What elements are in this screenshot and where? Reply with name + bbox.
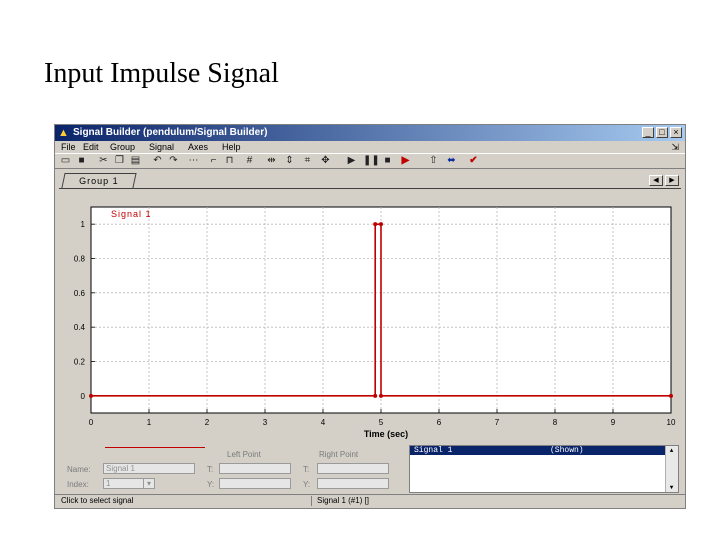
x-tick-label: 6 xyxy=(437,418,442,427)
x-axis-label: Time (sec) xyxy=(364,429,408,439)
tab-group-1[interactable]: Group 1 xyxy=(61,173,137,188)
menu-edit[interactable]: Edit xyxy=(83,141,99,153)
scroll-down-icon[interactable]: ▼ xyxy=(666,483,677,492)
left-t-label: T: xyxy=(207,465,214,474)
x-tick-label: 10 xyxy=(667,418,676,427)
cut-icon[interactable]: ✂ xyxy=(97,155,110,167)
y-tick-label: 0.8 xyxy=(74,255,86,264)
menu-group[interactable]: Group xyxy=(110,141,135,153)
index-dropdown-icon[interactable]: ▾ xyxy=(143,478,155,489)
tab-row: Group 1 ◀ ▶ xyxy=(55,171,685,189)
window-title: Signal Builder (pendulum/Signal Builder) xyxy=(73,127,268,138)
x-tick-label: 9 xyxy=(611,418,616,427)
index-label: Index: xyxy=(67,480,89,489)
signal-name-label: Signal 1 xyxy=(111,209,152,219)
play-icon[interactable]: ▶ xyxy=(345,155,358,167)
scroll-up-icon[interactable]: ▲ xyxy=(666,446,677,455)
x-tick-label: 8 xyxy=(553,418,558,427)
signal-point xyxy=(669,393,673,398)
right-y-field[interactable] xyxy=(317,478,389,489)
x-tick-label: 7 xyxy=(495,418,500,427)
left-point-label: Left Point xyxy=(227,450,261,459)
signal-point xyxy=(89,393,93,398)
close-button[interactable]: × xyxy=(670,127,682,138)
signal-list-item[interactable]: Signal 1 (Shown) xyxy=(410,446,666,455)
undo-icon[interactable]: ↶ xyxy=(151,155,164,167)
signal-line-preview xyxy=(105,447,205,448)
menu-arrow-icon[interactable]: ⇲ xyxy=(671,141,679,153)
toolbar: ▭ ■ ✂ ❐ ▤ ↶ ↷ ⋯ ⌐ ⊓ # ⇹ ⇕ ⌗ ✥ ▶ ❚❚ ■ ▶ ⇧… xyxy=(55,153,685,169)
x-tick-label: 1 xyxy=(147,418,152,427)
maximize-button[interactable]: □ xyxy=(656,127,668,138)
tab-scroll-right-icon[interactable]: ▶ xyxy=(665,175,679,186)
x-tick-label: 5 xyxy=(379,418,384,427)
play-all-icon[interactable]: ▶ xyxy=(399,155,412,167)
redo-icon[interactable]: ↷ xyxy=(167,155,180,167)
save-icon[interactable]: ■ xyxy=(75,155,88,167)
right-y-label: Y: xyxy=(303,480,311,489)
signal-list[interactable]: Signal 1 (Shown) ▲ ▼ xyxy=(409,445,679,493)
left-y-label: Y: xyxy=(207,480,215,489)
signal-builder-window: ▲ Signal Builder (pendulum/Signal Builde… xyxy=(54,124,686,509)
left-y-field[interactable] xyxy=(219,478,291,489)
minimize-button[interactable]: _ xyxy=(642,127,654,138)
zoom-y-icon[interactable]: ⇕ xyxy=(283,155,296,167)
slide-title: Input Impulse Signal xyxy=(44,58,279,89)
step-icon[interactable]: ⌐ xyxy=(207,155,220,167)
model-icon[interactable]: ⬌ xyxy=(445,155,458,167)
name-label: Name: xyxy=(67,465,91,474)
copy-icon[interactable]: ❐ xyxy=(113,155,126,167)
x-tick-label: 3 xyxy=(263,418,268,427)
signal-point xyxy=(373,393,378,398)
grid-icon[interactable]: # xyxy=(243,155,256,167)
signal-plot[interactable]: 0 1 2 3 4 5 6 7 8 9 10 0 0.2 0.4 0.6 0.8 1 Time (sec) Sign… xyxy=(59,189,681,445)
menu-file[interactable]: File xyxy=(61,141,76,153)
x-tick-label: 0 xyxy=(89,418,94,427)
pan-icon[interactable]: ✥ xyxy=(319,155,332,167)
menu-help[interactable]: Help xyxy=(222,141,241,153)
signal-list-name: Signal 1 xyxy=(414,446,453,455)
status-right: Signal 1 (#1) [] xyxy=(317,496,370,505)
y-tick-label: 1 xyxy=(81,220,86,229)
y-tick-label: 0.4 xyxy=(74,323,86,332)
zoom-fit-icon[interactable]: ⌗ xyxy=(301,155,314,167)
menu-bar: File Edit Group Signal Axes Help xyxy=(55,141,685,153)
y-tick-label: 0.2 xyxy=(74,358,86,367)
constant-icon[interactable]: ⋯ xyxy=(187,155,200,167)
right-t-label: T: xyxy=(303,465,310,474)
tab-group-1-label: Group 1 xyxy=(79,176,119,186)
zoom-x-icon[interactable]: ⇹ xyxy=(265,155,278,167)
plot-panel: 0 1 2 3 4 5 6 7 8 9 10 0 0.2 0.4 0.6 0.8 1 Time (sec) Sign… xyxy=(59,188,681,445)
title-bar[interactable]: ▲ Signal Builder (pendulum/Signal Builde… xyxy=(55,125,685,141)
scope-icon[interactable]: ⇧ xyxy=(427,155,440,167)
right-point-label: Right Point xyxy=(319,450,359,459)
matlab-icon: ▲ xyxy=(58,127,69,139)
pause-icon[interactable]: ❚❚ xyxy=(363,155,380,167)
menu-signal[interactable]: Signal xyxy=(149,141,174,153)
signal-point xyxy=(379,393,383,398)
stop-icon[interactable]: ■ xyxy=(381,155,394,167)
y-tick-label: 0 xyxy=(81,392,86,401)
signal-list-scrollbar[interactable]: ▲ ▼ xyxy=(665,446,678,492)
point-editor: Left Point Right Point Name: Signal 1 In… xyxy=(55,444,685,494)
name-field[interactable]: Signal 1 xyxy=(103,463,195,474)
open-icon[interactable]: ▭ xyxy=(59,155,72,167)
paste-icon[interactable]: ▤ xyxy=(129,155,142,167)
x-tick-label: 4 xyxy=(321,418,326,427)
signal-list-status: (Shown) xyxy=(550,446,584,455)
right-t-field[interactable] xyxy=(317,463,389,474)
x-tick-label: 2 xyxy=(205,418,210,427)
left-t-field[interactable] xyxy=(219,463,291,474)
verify-icon[interactable]: ✔ xyxy=(467,155,480,167)
status-divider xyxy=(311,496,312,506)
signal-point xyxy=(373,222,378,227)
menu-axes[interactable]: Axes xyxy=(188,141,208,153)
status-bar: Click to select signal Signal 1 (#1) [] xyxy=(55,494,685,507)
status-left: Click to select signal xyxy=(61,496,134,505)
pulse-icon[interactable]: ⊓ xyxy=(223,155,236,167)
signal-point xyxy=(379,222,383,227)
tab-scroll-left-icon[interactable]: ◀ xyxy=(649,175,663,186)
y-tick-label: 0.6 xyxy=(74,289,86,298)
